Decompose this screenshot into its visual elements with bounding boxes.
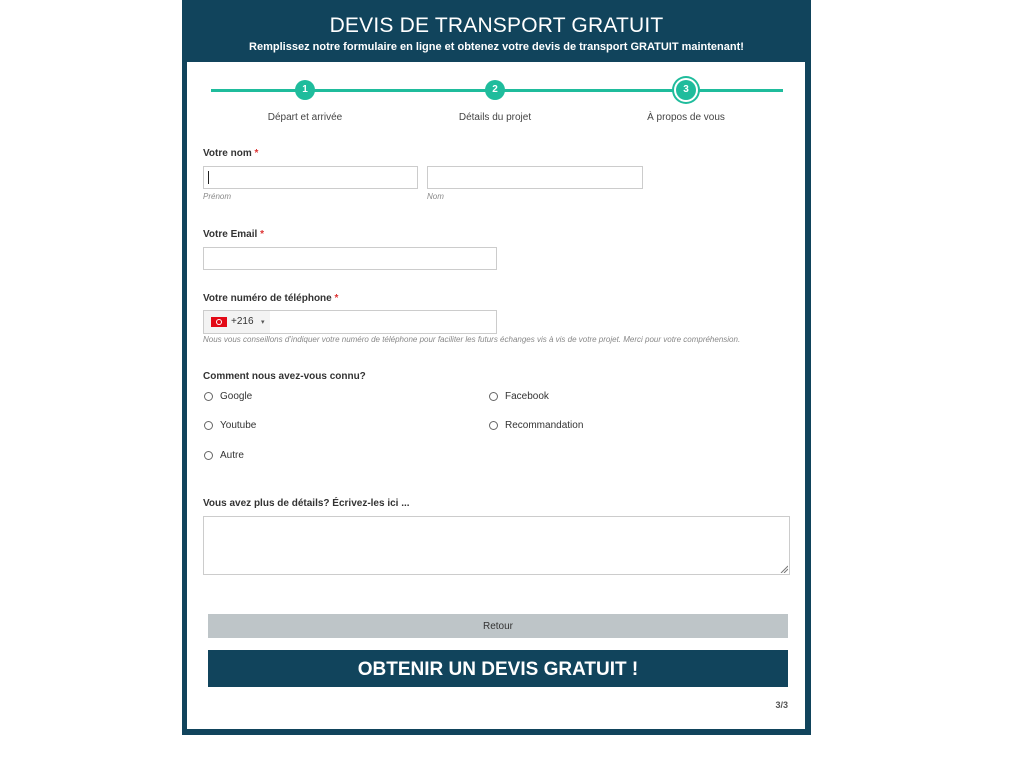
step-2-dot[interactable]: 2 — [485, 80, 505, 100]
step-1-label: Départ et arrivée — [267, 112, 343, 123]
form-container: DEVIS DE TRANSPORT GRATUIT Remplissez no… — [182, 0, 811, 735]
form-title: DEVIS DE TRANSPORT GRATUIT — [329, 14, 664, 37]
radio-autre-label[interactable]: Autre — [220, 450, 244, 461]
step-counter: 3/3 — [775, 700, 788, 710]
required-mark: * — [254, 148, 259, 159]
phone-label: Votre numéro de téléphone * — [203, 293, 339, 304]
radio-youtube-label[interactable]: Youtube — [220, 420, 256, 431]
resize-handle-icon[interactable] — [780, 565, 788, 573]
form-subtitle: Remplissez notre formulaire en ligne et … — [249, 41, 744, 53]
source-label: Comment nous avez-vous connu? — [203, 371, 366, 382]
form-header: DEVIS DE TRANSPORT GRATUIT Remplissez no… — [182, 0, 811, 62]
submit-quote-button[interactable]: OBTENIR UN DEVIS GRATUIT ! — [208, 650, 788, 687]
dial-code: +216 — [231, 316, 254, 327]
radio-google-label[interactable]: Google — [220, 391, 252, 402]
first-name-hint: Prénom — [203, 192, 232, 201]
radio-google[interactable] — [204, 392, 213, 401]
email-label: Votre Email * — [203, 229, 264, 240]
radio-youtube[interactable] — [204, 421, 213, 430]
form-panel: 1 2 3 Départ et arrivée Détails du proje… — [187, 62, 805, 729]
phone-hint: Nous vous conseillons d’indiquer votre n… — [203, 335, 741, 344]
radio-recommandation-label[interactable]: Recommandation — [505, 420, 583, 431]
text-cursor — [208, 171, 209, 184]
email-input[interactable] — [203, 247, 497, 270]
radio-recommandation[interactable] — [489, 421, 498, 430]
first-name-input[interactable] — [203, 166, 418, 189]
required-mark: * — [260, 229, 264, 240]
step-3-dot[interactable]: 3 — [676, 80, 696, 100]
radio-facebook-label[interactable]: Facebook — [505, 391, 549, 402]
last-name-input[interactable] — [427, 166, 643, 189]
step-2-label: Détails du projet — [458, 112, 532, 123]
radio-facebook[interactable] — [489, 392, 498, 401]
radio-autre[interactable] — [204, 451, 213, 460]
required-mark: * — [334, 293, 339, 304]
details-textarea[interactable] — [203, 516, 790, 575]
tunisia-flag-icon — [211, 317, 227, 327]
country-selector[interactable]: +216 ▾ — [204, 311, 270, 333]
step-1-dot[interactable]: 1 — [295, 80, 315, 100]
back-button[interactable]: Retour — [208, 614, 788, 638]
step-3-label: À propos de vous — [647, 112, 725, 123]
chevron-down-icon: ▾ — [261, 319, 265, 326]
name-label: Votre nom * — [203, 148, 259, 159]
last-name-hint: Nom — [427, 192, 444, 201]
phone-input[interactable]: +216 ▾ — [203, 310, 497, 334]
details-label: Vous avez plus de détails? Écrivez-les i… — [203, 498, 410, 509]
